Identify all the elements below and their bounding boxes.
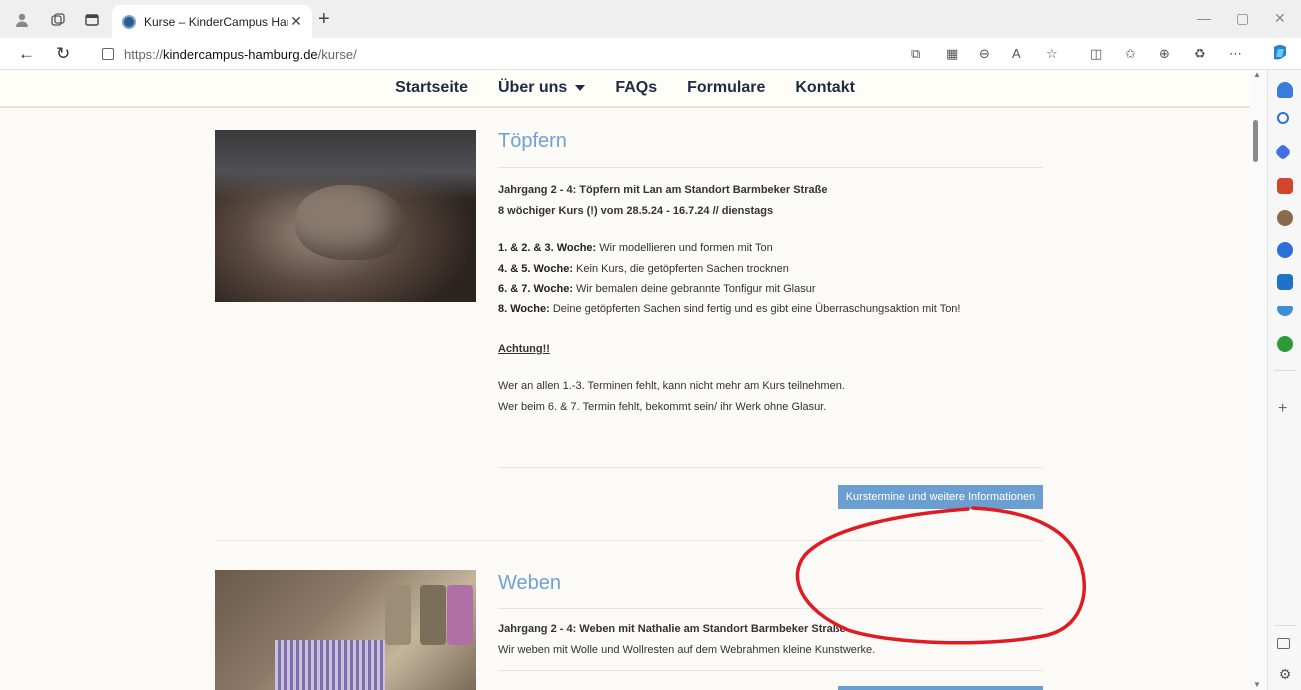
course-info-button[interactable]: Kurstermine und weitere Informationen: [838, 485, 1043, 509]
site-favicon-icon: [122, 14, 136, 29]
week-text: Kein Kurs, die getöpferten Sachen trockn…: [572, 263, 789, 275]
nav-startseite[interactable]: Startseite: [395, 79, 468, 97]
nav-kontakt[interactable]: Kontakt: [795, 79, 855, 97]
title-divider: [498, 608, 1043, 609]
tree-icon[interactable]: [1277, 336, 1293, 352]
app-available-icon[interactable]: ⧉: [911, 46, 920, 62]
course2-info-button[interactable]: [838, 686, 1043, 690]
zoom-icon[interactable]: ⊖: [979, 46, 990, 62]
edge-sidebar: + ⚙: [1267, 70, 1301, 690]
image-clay-shape: [295, 185, 405, 260]
split-screen-icon[interactable]: ◫: [1090, 46, 1102, 62]
course1-line1: Jahrgang 2 - 4: Töpfern mit Lan am Stand…: [498, 184, 828, 196]
hide-sidebar-icon[interactable]: [1277, 638, 1290, 649]
nav-ueber-uns-label: Über uns: [497, 79, 568, 96]
extensions-icon[interactable]: ♻: [1194, 46, 1206, 62]
telegram-icon[interactable]: [1277, 306, 1293, 316]
week-line-1: 1. & 2. & 3. Woche: Wir modellieren und …: [498, 242, 773, 254]
week-text: Wir modellieren und formen mit Ton: [596, 242, 773, 254]
week-text: Deine getöpferten Sachen sind fertig und…: [549, 303, 961, 315]
favorite-star-icon[interactable]: ☆: [1046, 46, 1058, 62]
tab-bar: Kurse – KinderCampus Hamburg ✕ + — ▢ ✕: [0, 0, 1301, 38]
title-divider: [498, 167, 1043, 168]
warning-label: Achtung!!: [498, 343, 550, 355]
scroll-down-icon[interactable]: ▼: [1253, 680, 1261, 689]
outlook-icon[interactable]: [1277, 274, 1293, 290]
content-divider: [498, 467, 1043, 468]
browser-window: Kurse – KinderCampus Hamburg ✕ + — ▢ ✕ ←…: [0, 0, 1301, 690]
week-text: Wir bemalen deine gebrannte Tonfigur mit…: [572, 283, 816, 295]
web-page: Startseite Über uns FAQs Formulare Konta…: [0, 70, 1250, 690]
close-tab-icon[interactable]: ✕: [288, 13, 304, 30]
games-icon[interactable]: [1277, 210, 1293, 226]
favorites-icon[interactable]: ✩: [1125, 46, 1136, 62]
tab-actions-icon[interactable]: [82, 10, 102, 30]
copilot-icon[interactable]: [1270, 43, 1290, 66]
week-line-2: 4. & 5. Woche: Kein Kurs, die getöpferte…: [498, 263, 789, 275]
maximize-icon[interactable]: ▢: [1236, 10, 1249, 27]
site-navigation: Startseite Über uns FAQs Formulare Konta…: [0, 70, 1250, 108]
week-label: 8. Woche:: [498, 303, 550, 315]
refresh-icon[interactable]: ↻: [56, 44, 70, 64]
course1-line2: 8 wöchiger Kurs (!) vom 28.5.24 - 16.7.2…: [498, 205, 774, 217]
nav-formulare[interactable]: Formulare: [687, 79, 765, 97]
course-title-toepfern: Töpfern: [498, 130, 567, 152]
shopping-tag-icon[interactable]: [1274, 143, 1292, 161]
qr-code-icon[interactable]: ▦: [946, 46, 958, 62]
week-label: 1. & 2. & 3. Woche:: [498, 242, 597, 254]
course-title-weben: Weben: [498, 572, 562, 594]
nav-ueber-uns[interactable]: Über uns: [497, 79, 586, 97]
pottery-image: [215, 130, 476, 302]
week-line-4: 8. Woche: Deine getöpferten Sachen sind …: [498, 303, 960, 315]
search-icon[interactable]: [1277, 112, 1289, 124]
course2-line1: Jahrgang 2 - 4: Weben mit Nathalie am St…: [498, 623, 846, 635]
notifications-icon[interactable]: [1277, 82, 1293, 98]
course2-line2: Wir weben mit Wolle und Wollresten auf d…: [498, 644, 876, 656]
new-tab-icon[interactable]: +: [318, 8, 330, 31]
image-loom-shape: [275, 640, 385, 690]
profile-icon[interactable]: [12, 10, 32, 30]
week-line-3: 6. & 7. Woche: Wir bemalen deine gebrann…: [498, 283, 816, 295]
address-bar[interactable]: https://kindercampus-hamburg.de/kurse/: [90, 41, 1070, 67]
address-row: ← ↻ https://kindercampus-hamburg.de/kurs…: [0, 38, 1301, 70]
image-spool-shape: [385, 585, 411, 645]
warning-line-2: Wer beim 6. & 7. Termin fehlt, bekommt s…: [498, 401, 827, 413]
caret-down-icon: [575, 84, 586, 91]
settings-gear-icon[interactable]: ⚙: [1277, 666, 1293, 682]
week-label: 6. & 7. Woche:: [498, 283, 573, 295]
weaving-image: [215, 570, 476, 690]
url-prefix: https://: [124, 46, 164, 62]
week-label: 4. & 5. Woche:: [498, 263, 573, 275]
image-spool-shape: [420, 585, 446, 645]
close-window-icon[interactable]: ✕: [1274, 10, 1286, 27]
sidebar-divider: [1274, 370, 1296, 371]
workspaces-icon[interactable]: [48, 10, 68, 30]
tools-icon[interactable]: [1277, 178, 1293, 194]
scrollbar[interactable]: ▲ ▼: [1250, 70, 1267, 690]
url-path: /kurse/: [317, 46, 357, 62]
minimize-icon[interactable]: —: [1197, 10, 1211, 26]
scroll-thumb[interactable]: [1253, 120, 1258, 162]
read-aloud-icon[interactable]: A: [1012, 46, 1021, 61]
url-domain: kindercampus-hamburg.de: [163, 46, 318, 62]
more-options-icon[interactable]: ⋯: [1229, 46, 1242, 62]
lock-icon: [102, 48, 114, 60]
nav-faqs[interactable]: FAQs: [615, 79, 657, 97]
sidebar-divider: [1274, 625, 1296, 626]
office-icon[interactable]: [1277, 242, 1293, 258]
course-separator: [215, 540, 1043, 541]
image-spool-shape: [447, 585, 473, 645]
content-divider: [498, 670, 1043, 671]
back-icon[interactable]: ←: [18, 44, 35, 64]
add-sidebar-app-icon[interactable]: +: [1278, 400, 1287, 418]
scroll-up-icon[interactable]: ▲: [1253, 70, 1261, 79]
warning-line-1: Wer an allen 1.-3. Terminen fehlt, kann …: [498, 380, 845, 392]
tab-title: Kurse – KinderCampus Hamburg: [144, 14, 288, 29]
tab-kurse[interactable]: Kurse – KinderCampus Hamburg ✕: [112, 5, 312, 38]
collections-icon[interactable]: ⊕: [1159, 46, 1170, 62]
